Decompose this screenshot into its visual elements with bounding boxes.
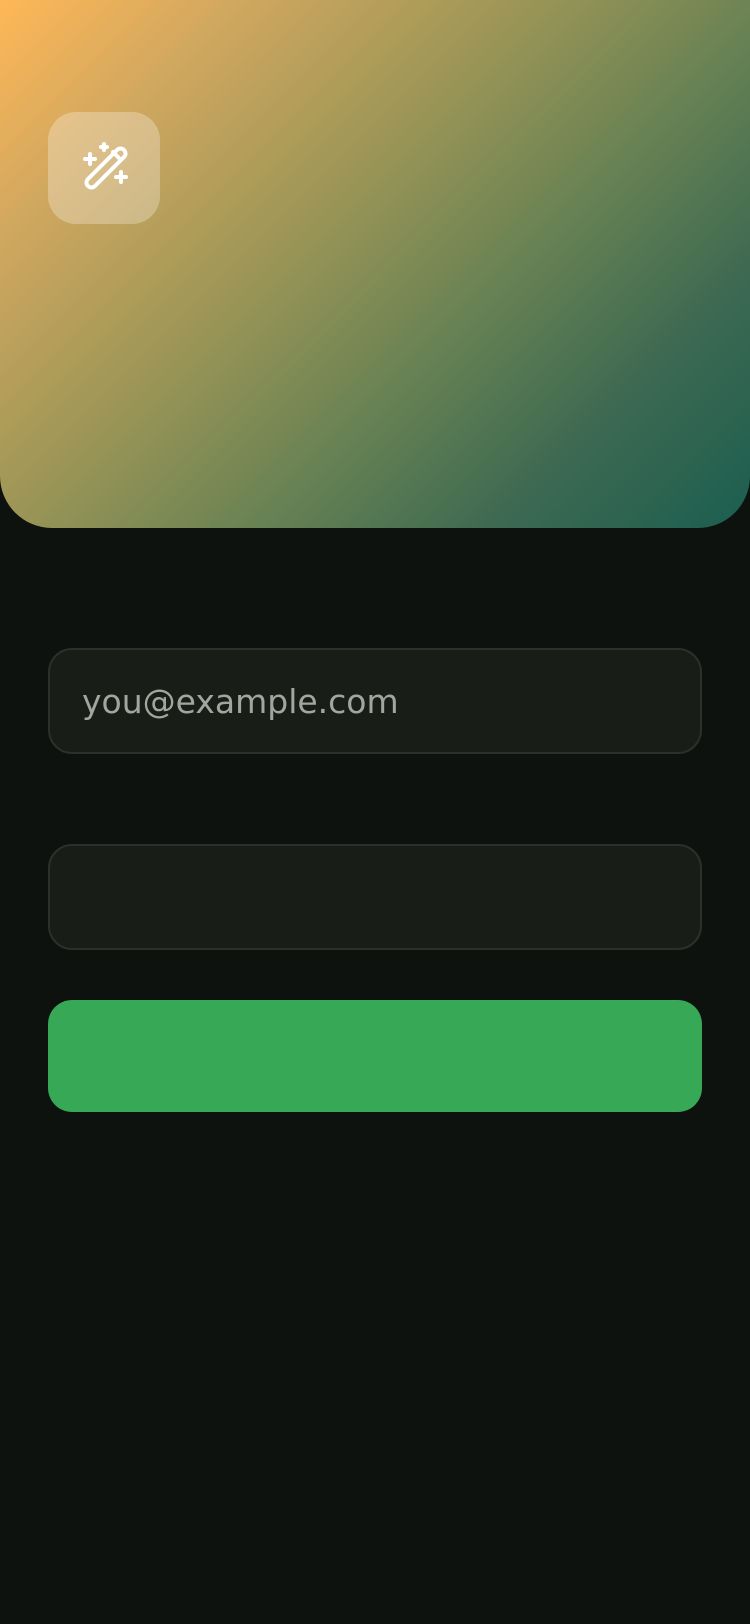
magic-wand-sparkles-icon [83,142,128,190]
password-field[interactable] [48,844,702,950]
gradient-header [0,0,750,528]
app-icon-tile [48,112,160,224]
submit-button[interactable] [48,1000,702,1112]
login-screen [0,0,750,1624]
email-field[interactable] [48,648,702,754]
